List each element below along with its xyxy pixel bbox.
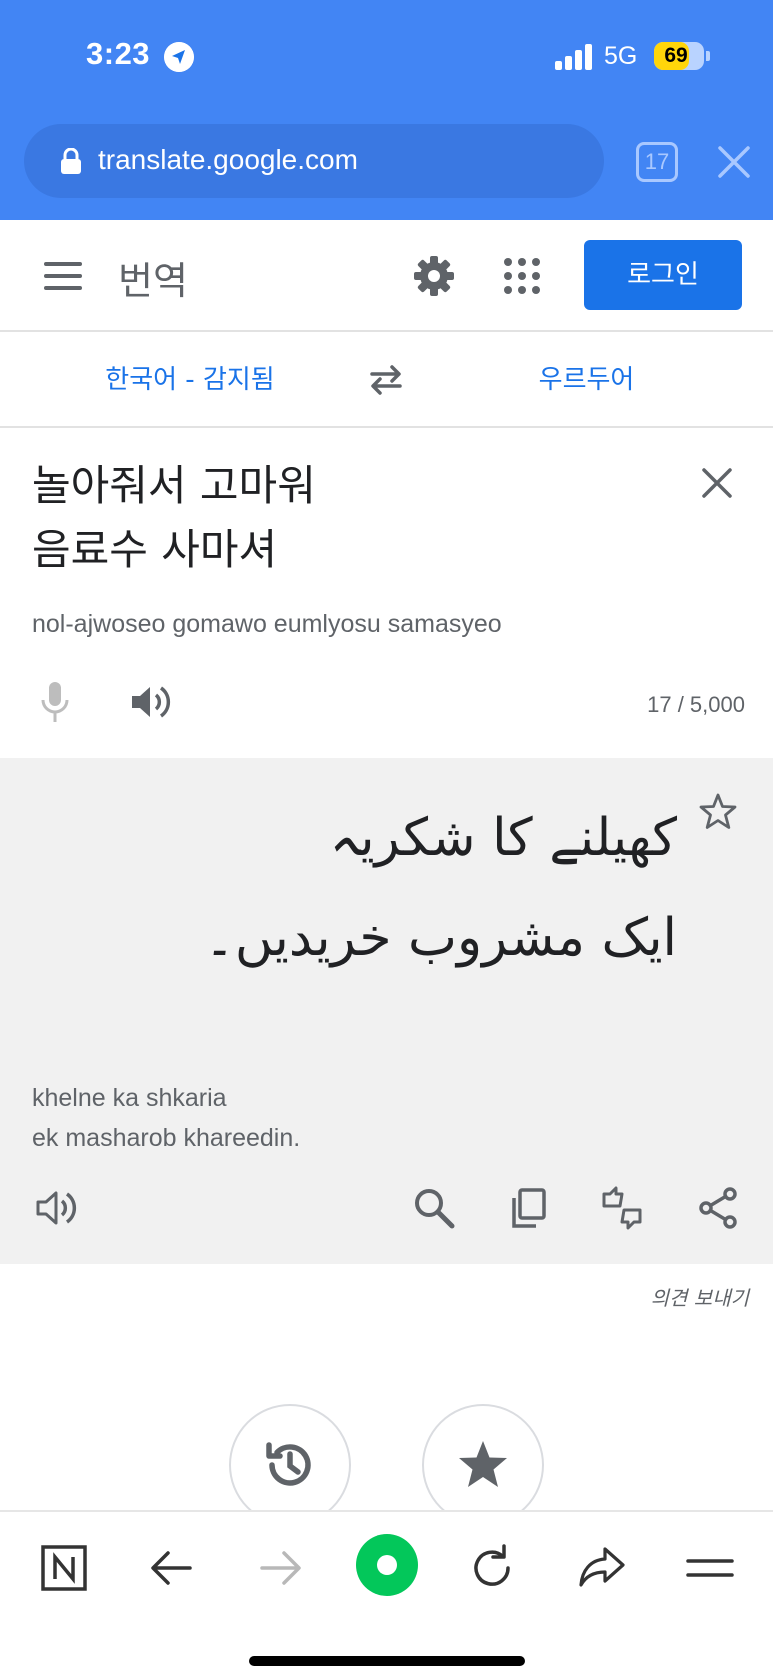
- page: 3:23 5G 69 translate.google.com 17 번역 로그…: [0, 0, 773, 1676]
- apps-grid-icon[interactable]: [502, 256, 542, 296]
- battery-level: 69: [664, 44, 688, 67]
- saved-star-icon: [459, 1441, 507, 1487]
- character-count: 17 / 5,000: [647, 692, 745, 717]
- close-page-icon[interactable]: [716, 144, 752, 180]
- mic-icon[interactable]: [38, 680, 72, 724]
- home-indicator: [249, 1656, 525, 1666]
- lock-icon: [61, 148, 81, 174]
- hamburger-icon[interactable]: [682, 1540, 738, 1596]
- search-icon[interactable]: [412, 1186, 456, 1230]
- feedback-thumbs-icon[interactable]: [600, 1186, 644, 1230]
- back-arrow-icon[interactable]: [144, 1540, 200, 1596]
- copy-icon[interactable]: [506, 1186, 550, 1230]
- network-label: 5G: [604, 42, 638, 70]
- translation-line: کھیلنے کا شکریہ: [329, 808, 677, 868]
- share-arrow-icon[interactable]: [574, 1540, 630, 1596]
- source-text-input[interactable]: 놀아줘서 고마워 음료수 사마셔: [32, 454, 672, 582]
- history-icon: [266, 1442, 311, 1486]
- login-button[interactable]: 로그인: [584, 240, 742, 310]
- url-text: translate.google.com: [98, 144, 358, 175]
- translit-line: khelne ka shkaria: [32, 1084, 227, 1112]
- source-panel: 놀아줘서 고마워 음료수 사마셔 nol-ajwoseo gomawo euml…: [0, 428, 773, 758]
- battery-tip: [706, 51, 710, 61]
- status-time: 3:23: [86, 36, 151, 71]
- translation-transliteration: khelne ka shkaria ek masharob khareedin.: [32, 1078, 300, 1158]
- tab-count-button[interactable]: 17: [636, 142, 678, 182]
- location-arrow-icon: [164, 42, 194, 72]
- speaker-icon[interactable]: [128, 682, 172, 722]
- signal-icon: [555, 44, 595, 70]
- url-bar[interactable]: translate.google.com: [24, 124, 604, 198]
- app-header: 번역 로그인: [0, 220, 773, 332]
- reload-icon[interactable]: [464, 1540, 520, 1596]
- browser-bottom-bar: [0, 1510, 773, 1676]
- translation-line: ایک مشروب خریدیں۔: [204, 908, 677, 968]
- naver-n-icon[interactable]: [36, 1540, 92, 1596]
- saved-button[interactable]: [422, 1404, 544, 1526]
- translation-text: کھیلنے کا شکریہ ایک مشروب خریدیں۔: [77, 788, 677, 988]
- star-icon[interactable]: [698, 792, 738, 832]
- battery-icon: 69: [654, 42, 704, 70]
- translit-line: ek masharob khareedin.: [32, 1124, 301, 1152]
- menu-icon[interactable]: [44, 262, 82, 290]
- green-dot-icon[interactable]: [354, 1532, 420, 1598]
- source-line: 놀아줘서 고마워: [32, 461, 316, 510]
- forward-arrow-icon[interactable]: [252, 1540, 308, 1596]
- browser-top-bar: 3:23 5G 69 translate.google.com 17: [0, 0, 773, 220]
- send-feedback-link[interactable]: 의견 보내기: [651, 1282, 749, 1311]
- source-language-button[interactable]: 한국어 - 감지됨: [0, 332, 380, 428]
- translation-panel: کھیلنے کا شکریہ ایک مشروب خریدیں۔ khelne…: [0, 758, 773, 1264]
- history-button[interactable]: [229, 1404, 351, 1526]
- source-transliteration: nol-ajwoseo gomawo eumlyosu samasyeo: [32, 610, 502, 638]
- language-bar: 한국어 - 감지됨 우르두어: [0, 332, 773, 428]
- gear-icon[interactable]: [412, 254, 456, 298]
- share-icon[interactable]: [696, 1186, 740, 1230]
- source-line: 음료수 사마셔: [32, 525, 278, 574]
- speaker-icon[interactable]: [34, 1186, 78, 1230]
- target-language-button[interactable]: 우르두어: [400, 332, 773, 428]
- clear-icon[interactable]: [700, 466, 734, 500]
- app-title: 번역: [118, 259, 188, 303]
